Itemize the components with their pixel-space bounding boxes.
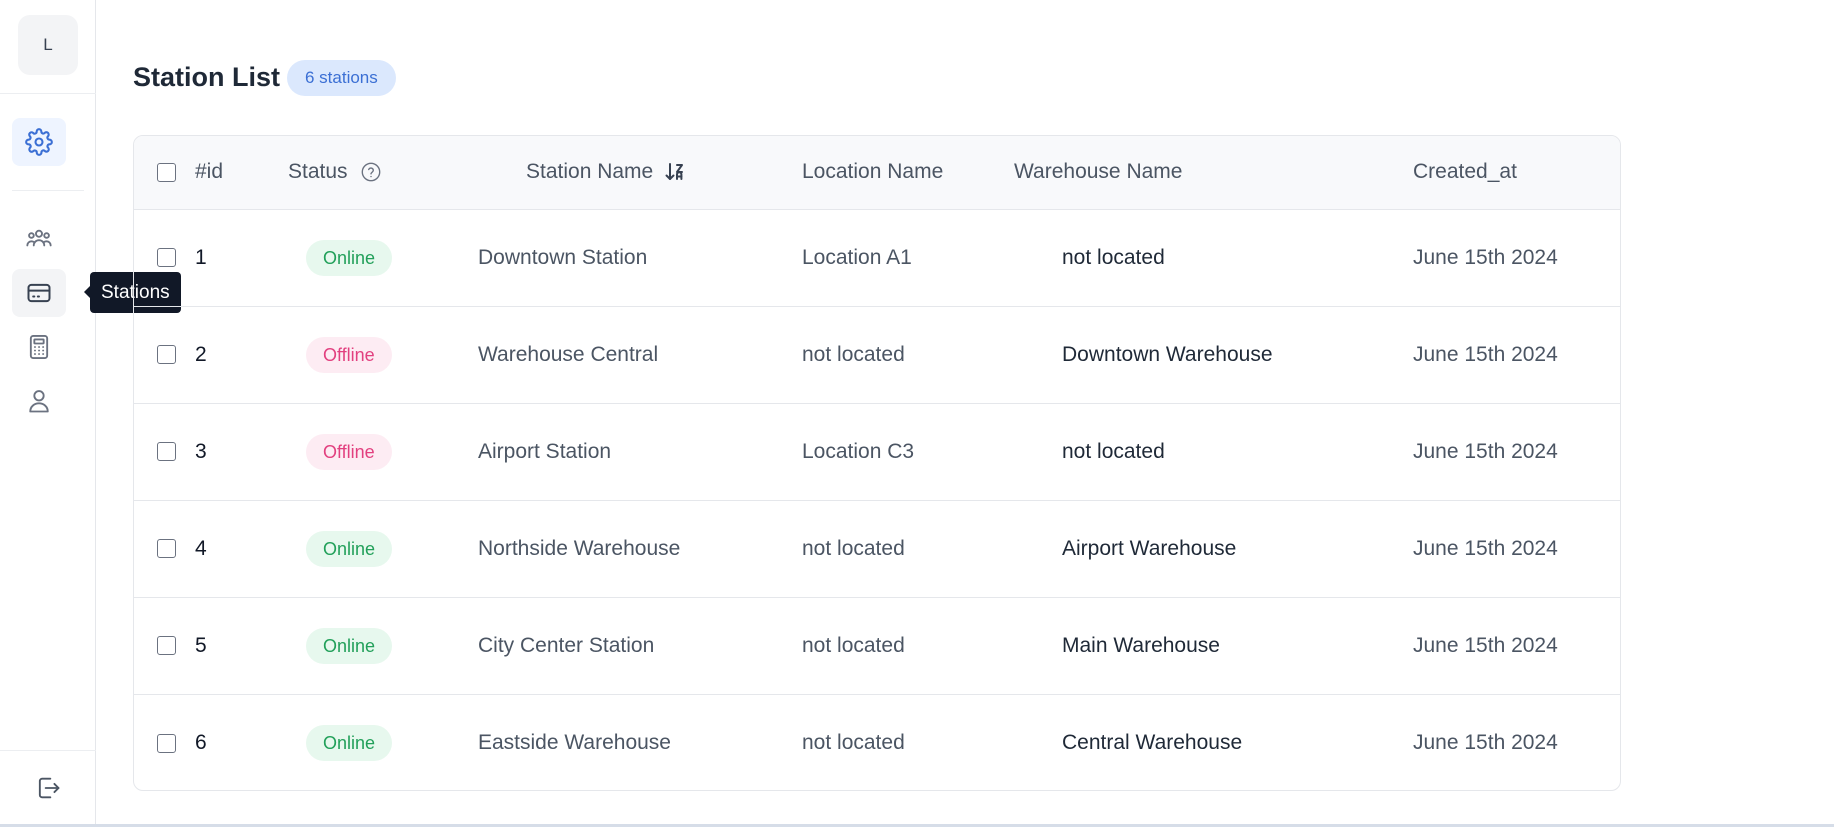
select-all-checkbox[interactable] — [157, 163, 176, 183]
table-row[interactable]: 1 Online Downtown Station Location A1 no… — [134, 209, 1620, 307]
sidebar-divider — [0, 750, 96, 751]
user-icon — [29, 390, 49, 413]
gear-icon — [25, 128, 53, 156]
help-circle-icon[interactable] — [360, 161, 382, 183]
table-header-row: #id Status Station Name Location Name Wa… — [134, 136, 1620, 210]
warehouse-name: not located — [1014, 209, 1413, 307]
station-name: Downtown Station — [466, 209, 802, 307]
created-at: June 15th 2024 — [1413, 500, 1620, 598]
avatar[interactable]: L — [18, 15, 78, 75]
row-checkbox[interactable] — [157, 248, 176, 268]
calculator-icon — [29, 334, 49, 360]
row-checkbox[interactable] — [157, 345, 176, 365]
row-checkbox[interactable] — [157, 733, 176, 753]
column-header-id[interactable]: #id — [195, 136, 288, 210]
warehouse-name: Airport Warehouse — [1014, 500, 1413, 598]
created-at: June 15th 2024 — [1413, 730, 1558, 754]
page-title: Station List — [133, 62, 280, 92]
row-id: 3 — [195, 403, 288, 501]
row-id: 5 — [195, 597, 288, 695]
team-icon — [26, 229, 52, 247]
sidebar-item-calculator[interactable] — [12, 323, 66, 371]
location-name: not located — [802, 597, 1014, 695]
warehouse-name: Main Warehouse — [1014, 597, 1413, 695]
created-at: June 15th 2024 — [1413, 403, 1620, 501]
avatar-initial: L — [43, 35, 53, 54]
location-name: not located — [802, 500, 1014, 598]
column-header-station-name-label: Station Name — [526, 160, 654, 184]
station-name: Warehouse Central — [466, 306, 802, 404]
row-id: 2 — [195, 306, 288, 404]
card-icon — [27, 283, 51, 303]
status-badge: Online — [306, 724, 393, 761]
sidebar: L — [0, 0, 96, 825]
sidebar-item-settings[interactable] — [12, 118, 66, 166]
select-all-cell — [134, 136, 195, 210]
status-badge: Offline — [306, 433, 392, 470]
column-header-warehouse-name[interactable]: Warehouse Name — [1014, 136, 1413, 210]
status-badge: Online — [306, 239, 393, 276]
sidebar-item-stations[interactable] — [12, 269, 66, 317]
station-name: Northside Warehouse — [466, 500, 802, 598]
station-name: Eastside Warehouse — [478, 730, 671, 754]
table-row[interactable]: 2 Offline Warehouse Central not located … — [134, 306, 1620, 404]
row-checkbox[interactable] — [157, 539, 176, 559]
created-at: June 15th 2024 — [1413, 306, 1620, 404]
sidebar-item-profile[interactable] — [12, 377, 66, 425]
warehouse-name: Central Warehouse — [1062, 730, 1243, 754]
column-header-location-name[interactable]: Location Name — [802, 136, 1014, 210]
row-id: 6 — [195, 730, 207, 754]
warehouse-name: Downtown Warehouse — [1014, 306, 1413, 404]
created-at: June 15th 2024 — [1413, 209, 1620, 307]
location-name: Location A1 — [802, 209, 1014, 307]
logout-button[interactable] — [21, 764, 75, 812]
column-header-status[interactable]: Status — [288, 136, 466, 210]
warehouse-name: not located — [1014, 403, 1413, 501]
table-row[interactable]: 6 Online Eastside Warehouse not located … — [134, 694, 1620, 790]
station-name: Airport Station — [466, 403, 802, 501]
sidebar-item-team[interactable] — [12, 215, 66, 263]
sidebar-divider — [0, 93, 96, 94]
location-name: not located — [802, 730, 905, 754]
status-badge: Online — [306, 530, 393, 567]
row-checkbox[interactable] — [157, 442, 176, 462]
column-header-created-at[interactable]: Created_at — [1413, 136, 1620, 210]
column-header-station-name[interactable]: Station Name — [466, 136, 802, 210]
table-row[interactable]: 4 Online Northside Warehouse not located… — [134, 500, 1620, 598]
sidebar-divider — [12, 190, 84, 191]
column-header-status-label: Status — [288, 160, 348, 184]
station-name: City Center Station — [466, 597, 802, 695]
stations-table: #id Status Station Name Location Name Wa… — [133, 135, 1621, 791]
status-badge: Offline — [306, 336, 392, 373]
station-count-badge: 6 stations — [287, 60, 396, 96]
row-id: 4 — [195, 500, 288, 598]
row-id: 1 — [195, 209, 288, 307]
location-name: Location C3 — [802, 403, 1014, 501]
created-at: June 15th 2024 — [1413, 597, 1620, 695]
table-row[interactable]: 5 Online City Center Station not located… — [134, 597, 1620, 695]
row-checkbox[interactable] — [157, 636, 176, 656]
sort-descending-icon[interactable] — [665, 161, 685, 183]
status-badge: Online — [306, 627, 393, 664]
location-name: not located — [802, 306, 1014, 404]
table-row[interactable]: 3 Offline Airport Station Location C3 no… — [134, 403, 1620, 501]
logout-icon — [38, 777, 60, 799]
